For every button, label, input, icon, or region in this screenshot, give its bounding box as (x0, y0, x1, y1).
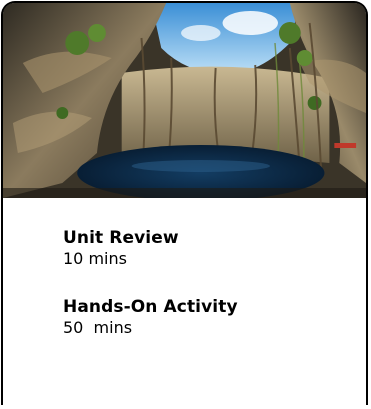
item-title: Unit Review (63, 228, 179, 248)
card-content: Unit Review 10 mins Hands-On Activity 50… (3, 198, 366, 338)
list-item: Unit Review 10 mins (63, 228, 366, 269)
cenote-photo-graphic (3, 3, 366, 198)
item-duration: 10 mins (63, 249, 127, 268)
list-item: Hands-On Activity 50 mins (63, 297, 366, 338)
cenote-photo (3, 3, 366, 198)
activity-card[interactable]: Unit Review 10 mins Hands-On Activity 50… (1, 1, 368, 405)
item-duration: 50 mins (63, 318, 133, 337)
item-title: Hands-On Activity (63, 297, 238, 317)
